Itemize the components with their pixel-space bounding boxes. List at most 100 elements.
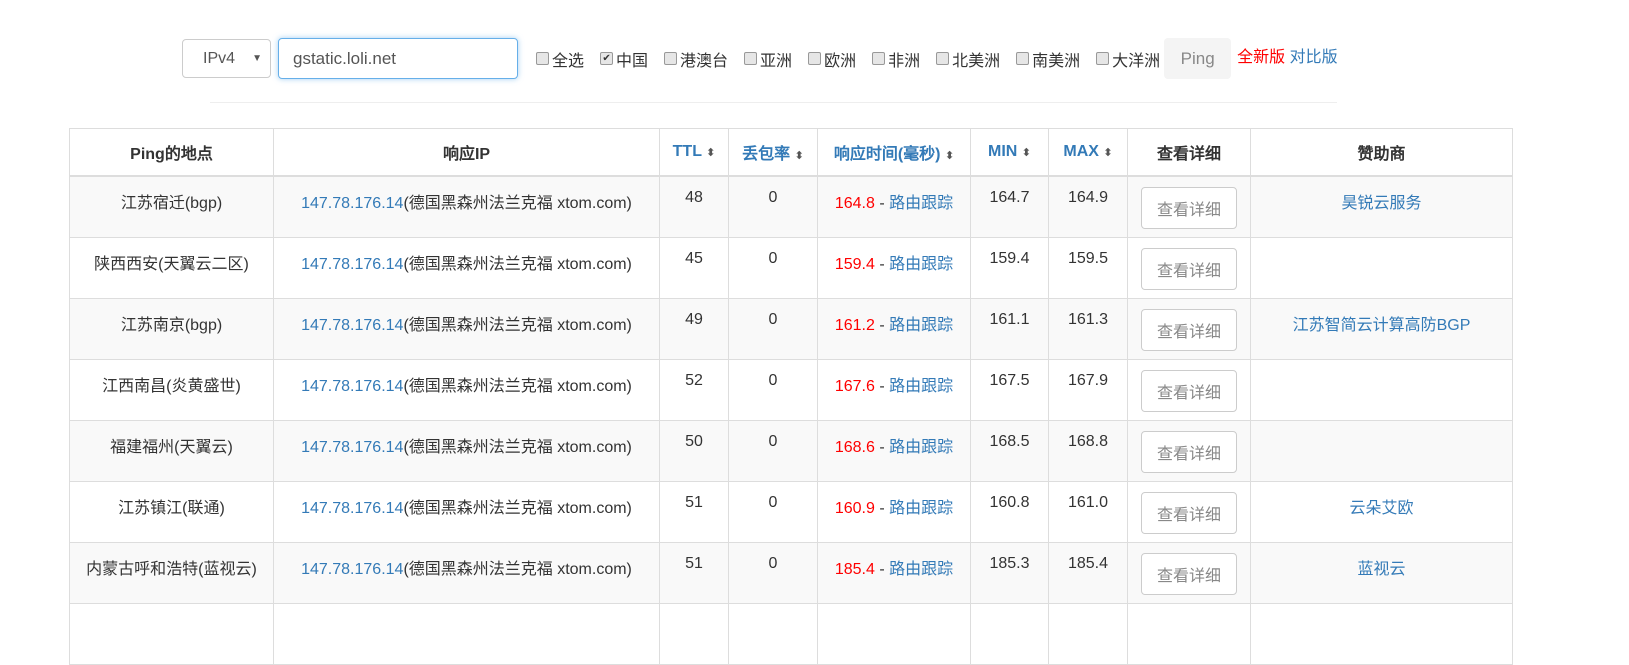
sponsor-link[interactable]: 蓝视云 (1357, 561, 1405, 578)
new-version-link[interactable]: 全新版 (1237, 49, 1285, 66)
min: 164.7 (970, 175, 1049, 238)
column-header[interactable]: 丢包率 ⬍ (728, 128, 818, 177)
region-label: 南美洲 (1032, 52, 1081, 70)
max: 161.0 (1048, 480, 1128, 543)
traceroute-link[interactable]: 路由跟踪 (889, 439, 953, 456)
sponsor-link[interactable]: 昊锐云服务 (1341, 195, 1421, 212)
response-time: 159.4 (834, 255, 875, 273)
ttl: 51 (659, 541, 729, 604)
ttl: 51 (659, 480, 729, 543)
region-checkbox[interactable]: 欧洲 (808, 47, 856, 71)
checkbox-icon[interactable] (744, 52, 758, 65)
location: 江苏南京(bgp) (69, 297, 274, 360)
header-label: 查看详细 (1156, 146, 1221, 163)
location: 内蒙古呼和浩特(蓝视云) (69, 541, 274, 604)
ip-geo: (德国黑森州法兰克福 xtom.com) (403, 316, 632, 334)
sort-icon: ⬍ (794, 150, 804, 162)
column-header[interactable]: TTL ⬍ (659, 128, 729, 177)
min: 167.5 (970, 358, 1049, 421)
sponsor-link[interactable]: 江苏智简云计算高防BGP (1293, 317, 1471, 334)
header-label: 丢包率 (742, 146, 791, 163)
sponsor-cell (1250, 419, 1513, 482)
ip-link[interactable]: 147.78.176.14 (301, 317, 403, 334)
location: 江西南昌(炎黄盛世) (69, 358, 274, 421)
traceroute-link[interactable]: 路由跟踪 (889, 500, 953, 517)
ip-link[interactable]: 147.78.176.14 (301, 500, 403, 517)
checkbox-icon[interactable] (664, 52, 678, 65)
ip-geo: (德国黑森州法兰克福 xtom.com) (403, 499, 632, 517)
region-label: 北美洲 (952, 52, 1001, 70)
view-detail-button[interactable]: 查看详细 (1140, 430, 1237, 473)
column-header[interactable]: MIN ⬍ (970, 128, 1049, 177)
checkbox-icon[interactable]: ✔ (600, 52, 614, 65)
checkbox-icon[interactable] (1096, 52, 1110, 65)
header-label: MIN (988, 143, 1018, 160)
response-time-cell: 160.9 - 路由跟踪 (817, 480, 971, 543)
ping-button[interactable]: Ping (1164, 38, 1232, 79)
response-ip-cell: 147.78.176.14(德国黑森州法兰克福 xtom.com) (273, 419, 660, 482)
ip-link[interactable]: 147.78.176.14 (301, 439, 403, 456)
ttl: 52 (659, 358, 729, 421)
region-checkbox[interactable]: 非洲 (872, 47, 920, 71)
sponsor-cell: 云朵艾欧 (1250, 480, 1513, 543)
ip-geo: (德国黑森州法兰克福 xtom.com) (403, 195, 632, 212)
traceroute-link[interactable]: 路由跟踪 (889, 317, 953, 334)
column-header[interactable]: 响应时间(毫秒) ⬍ (817, 128, 971, 177)
traceroute-link[interactable]: 路由跟踪 (889, 378, 953, 395)
response-ip-cell: 147.78.176.14(德国黑森州法兰克福 xtom.com) (273, 236, 660, 299)
region-checkbox[interactable]: ✔ 中国 (600, 47, 648, 71)
detail-cell: 查看详细 (1127, 358, 1251, 421)
traceroute-link[interactable]: 路由跟踪 (889, 256, 953, 273)
response-time-cell: 159.4 - 路由跟踪 (817, 236, 971, 299)
compare-version-link[interactable]: 对比版 (1290, 49, 1338, 66)
region-checkbox[interactable]: 北美洲 (936, 47, 1000, 71)
detail-cell: 查看详细 (1127, 541, 1251, 604)
view-detail-button[interactable]: 查看详细 (1140, 308, 1237, 351)
sort-icon: ⬍ (944, 150, 955, 162)
response-time-cell: 168.6 - 路由跟踪 (817, 419, 971, 482)
view-detail-button[interactable]: 查看详细 (1140, 552, 1237, 595)
traceroute-link[interactable]: 路由跟踪 (889, 561, 953, 578)
region-label: 欧洲 (824, 52, 857, 70)
region-checkbox[interactable]: 港澳台 (664, 47, 728, 71)
checkbox-icon[interactable] (936, 52, 950, 65)
checkbox-icon[interactable] (808, 52, 822, 65)
region-checkboxes: 全选 ✔ 中国 港澳台 亚洲 欧洲 非洲 北美洲 南美洲 大洋洲 (536, 47, 1176, 71)
ip-link[interactable]: 147.78.176.14 (301, 256, 403, 273)
column-header: 查看详细 (1127, 128, 1251, 177)
ip-version-value: IPv4 (203, 49, 236, 67)
region-checkbox[interactable]: 全选 (536, 47, 584, 71)
sponsor-link[interactable]: 云朵艾欧 (1349, 500, 1413, 517)
location: 江苏宿迁(bgp) (69, 175, 274, 238)
ip-link[interactable]: 147.78.176.14 (301, 561, 403, 578)
column-header[interactable]: MAX ⬍ (1048, 128, 1128, 177)
detail-cell: 查看详细 (1127, 175, 1251, 238)
host-input[interactable]: gstatic.loli.net (278, 38, 518, 79)
sort-icon: ⬍ (1103, 147, 1113, 159)
region-checkbox[interactable]: 大洋洲 (1096, 47, 1160, 71)
view-detail-button[interactable]: 查看详细 (1140, 491, 1237, 534)
detail-cell: 查看详细 (1127, 480, 1251, 543)
response-time: 168.6 (834, 438, 875, 456)
packet-loss: 0 (728, 175, 818, 238)
min: 159.4 (970, 236, 1049, 299)
max: 167.9 (1048, 358, 1128, 421)
view-detail-button[interactable]: 查看详细 (1140, 187, 1237, 229)
response-ip-cell: 147.78.176.14(德国黑森州法兰克福 xtom.com) (273, 480, 660, 543)
ip-link[interactable]: 147.78.176.14 (301, 378, 403, 395)
header-label: MAX (1063, 143, 1099, 160)
sort-icon: ⬍ (706, 147, 716, 159)
view-detail-button[interactable]: 查看详细 (1140, 369, 1237, 412)
region-label: 亚洲 (760, 52, 793, 70)
ttl: 50 (659, 419, 729, 482)
ip-link[interactable]: 147.78.176.14 (301, 195, 403, 212)
region-checkbox[interactable]: 亚洲 (744, 47, 792, 71)
ip-version-select[interactable]: IPv4 ▼ (182, 39, 271, 78)
checkbox-icon[interactable] (1016, 52, 1030, 65)
column-header: 响应IP (273, 128, 660, 177)
view-detail-button[interactable]: 查看详细 (1140, 247, 1237, 290)
traceroute-link[interactable]: 路由跟踪 (889, 195, 953, 212)
checkbox-icon[interactable] (536, 52, 549, 65)
checkbox-icon[interactable] (872, 52, 886, 65)
region-checkbox[interactable]: 南美洲 (1016, 47, 1080, 71)
